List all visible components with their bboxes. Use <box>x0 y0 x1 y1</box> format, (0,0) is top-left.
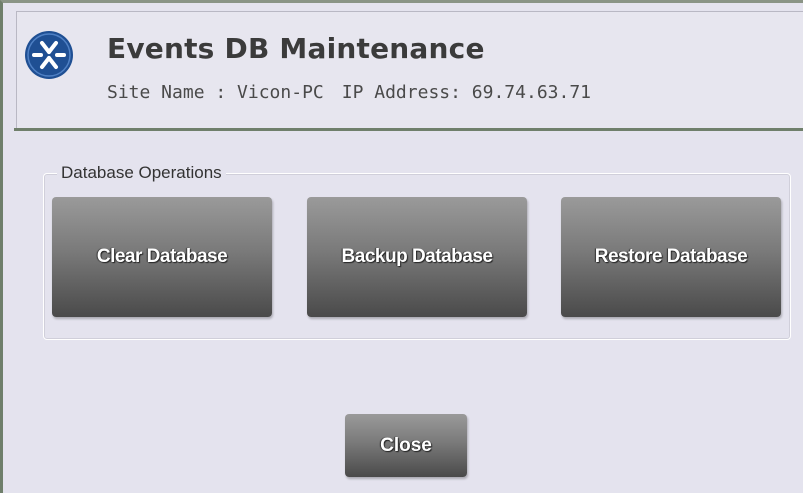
ip-address-label: IP Address: 69.74.63.71 <box>341 82 591 103</box>
restore-database-button[interactable]: Restore Database <box>561 197 781 317</box>
maintenance-window: Events DB Maintenance Site Name : Vicon-… <box>0 0 803 493</box>
backup-database-button[interactable]: Backup Database <box>307 197 527 317</box>
header-divider <box>14 128 803 131</box>
site-name-label: Site Name : Vicon-PC <box>107 82 324 103</box>
close-button[interactable]: Close <box>345 414 467 477</box>
vicon-logo-icon <box>25 31 73 79</box>
site-info: Site Name : Vicon-PC IP Address: 69.74.63… <box>107 82 591 103</box>
header-panel <box>16 11 803 128</box>
page-title: Events DB Maintenance <box>107 32 485 65</box>
database-operations-label: Database Operations <box>57 163 226 183</box>
clear-database-button[interactable]: Clear Database <box>52 197 272 317</box>
